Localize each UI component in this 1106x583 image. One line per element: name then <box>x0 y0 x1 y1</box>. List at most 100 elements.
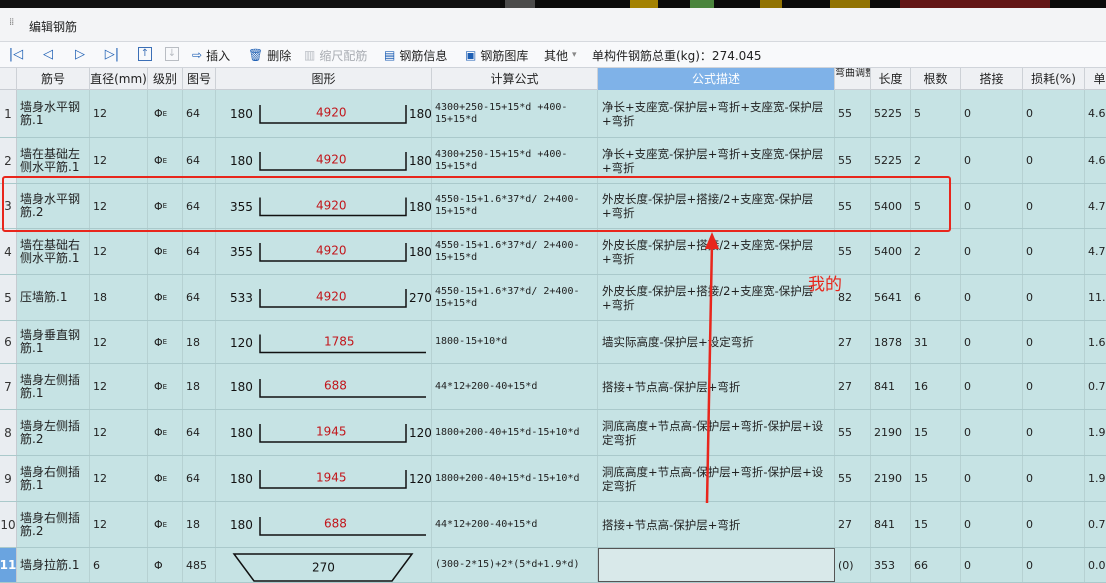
move-up-icon[interactable]: ↑ <box>138 47 152 61</box>
count-cell[interactable]: 15 <box>911 410 961 455</box>
length-cell[interactable]: 2190 <box>871 410 911 455</box>
lap-cell[interactable]: 0 <box>961 502 1023 547</box>
row-number[interactable]: 10 <box>0 502 17 547</box>
header-shape[interactable]: 图形 <box>216 68 432 90</box>
header-loss[interactable]: 损耗(%) <box>1023 68 1085 90</box>
desc-cell[interactable]: 搭接+节点高-保护层+弯折 <box>598 364 835 409</box>
name-cell[interactable]: 墙在基础右侧水平筋.1 <box>17 229 90 274</box>
shape-cell[interactable]: 120 1785 <box>216 321 432 363</box>
dia-cell[interactable]: 12 <box>90 456 148 501</box>
row-number[interactable]: 9 <box>0 456 17 501</box>
grade-cell[interactable]: ΦE <box>148 275 183 320</box>
bend-cell[interactable]: (0) <box>835 548 871 582</box>
table-row[interactable]: 5 压墙筋.1 18 Φ E 64 533 4920 270 4550-15+1.6*37*d/ … <box>0 275 1106 321</box>
bend-cell[interactable]: 27 <box>835 502 871 547</box>
lap-cell[interactable]: 0 <box>961 229 1023 274</box>
length-cell[interactable]: 841 <box>871 502 911 547</box>
formula-cell[interactable]: 1800+200-40+15*d-15+10*d <box>432 456 598 501</box>
name-cell[interactable]: 墙身拉筋.1 <box>17 548 90 582</box>
loss-cell[interactable]: 0 <box>1023 364 1085 409</box>
lap-cell[interactable]: 0 <box>961 364 1023 409</box>
delete-button[interactable]: 🗑 删除 <box>248 46 291 64</box>
unit-cell[interactable]: 0.74 <box>1085 364 1106 409</box>
desc-cell[interactable]: 洞底高度+节点高-保护层+弯折-保护层+设定弯折 <box>598 410 835 455</box>
move-down-icon[interactable]: ↓ <box>165 47 179 61</box>
desc-cell[interactable]: 外皮长度-保护层+搭接/2+支座宽-保护层+弯折 <box>598 275 835 320</box>
unit-cell[interactable]: 4.64 <box>1085 90 1106 137</box>
count-cell[interactable]: 5 <box>911 184 961 228</box>
fig-cell[interactable]: 64 <box>183 456 216 501</box>
last-record-icon[interactable]: ▷| <box>104 46 120 64</box>
dia-cell[interactable]: 12 <box>90 410 148 455</box>
fig-cell[interactable]: 64 <box>183 138 216 183</box>
unit-cell[interactable]: 1.66 <box>1085 321 1106 363</box>
grade-cell[interactable]: ΦE <box>148 456 183 501</box>
table-row[interactable]: 11 墙身拉筋.1 6 Φ 485 270 (300-2*15)+2*(5*d+1.9*d)… <box>0 548 1106 583</box>
shape-cell[interactable]: 533 4920 270 <box>216 275 432 320</box>
table-row[interactable]: 7 墙身左侧插筋.1 12 Φ E 18 180 688 44*12+200-40+15*d 搭接… <box>0 364 1106 410</box>
header-figure-no[interactable]: 图号 <box>183 68 216 90</box>
rebar-info-button[interactable]: ▤ 钢筋信息 <box>384 46 447 64</box>
shape-cell[interactable]: 180 4920 180 <box>216 90 432 137</box>
fig-cell[interactable]: 485 <box>183 548 216 582</box>
desc-cell[interactable]: 洞底高度+节点高-保护层+弯折-保护层+设定弯折 <box>598 456 835 501</box>
bend-cell[interactable]: 27 <box>835 321 871 363</box>
desc-cell[interactable]: 外皮长度-保护层+搭接/2+支座宽-保护层+弯折 <box>598 229 835 274</box>
count-cell[interactable]: 31 <box>911 321 961 363</box>
shape-cell[interactable]: 355 4920 180 <box>216 184 432 228</box>
desc-cell[interactable]: 外皮长度-保护层+搭接/2+支座宽-保护层+弯折 <box>598 184 835 228</box>
unit-cell[interactable]: 4.79 <box>1085 229 1106 274</box>
count-cell[interactable]: 15 <box>911 502 961 547</box>
unit-cell[interactable]: 4.79 <box>1085 184 1106 228</box>
formula-cell[interactable]: 4300+250-15+15*d +400-15+15*d <box>432 90 598 137</box>
count-cell[interactable]: 15 <box>911 456 961 501</box>
table-row[interactable]: 4 墙在基础右侧水平筋.1 12 Φ E 64 355 4920 180 4550-15+1.6*… <box>0 229 1106 275</box>
insert-button[interactable]: ⇨ 插入 <box>192 46 230 64</box>
lap-cell[interactable]: 0 <box>961 275 1023 320</box>
row-number[interactable]: 6 <box>0 321 17 363</box>
bend-cell[interactable]: 55 <box>835 229 871 274</box>
next-record-icon[interactable]: ▷ <box>72 46 88 64</box>
bend-cell[interactable]: 27 <box>835 364 871 409</box>
name-cell[interactable]: 墙身左侧插筋.1 <box>17 364 90 409</box>
row-number[interactable]: 11 <box>0 548 17 582</box>
shape-cell[interactable]: 355 4920 180 <box>216 229 432 274</box>
count-cell[interactable]: 2 <box>911 138 961 183</box>
formula-cell[interactable]: 4550-15+1.6*37*d/ 2+400-15+15*d <box>432 275 598 320</box>
name-cell[interactable]: 压墙筋.1 <box>17 275 90 320</box>
loss-cell[interactable]: 0 <box>1023 138 1085 183</box>
formula-cell[interactable]: 4300+250-15+15*d +400-15+15*d <box>432 138 598 183</box>
fig-cell[interactable]: 64 <box>183 275 216 320</box>
length-cell[interactable]: 5641 <box>871 275 911 320</box>
desc-cell[interactable] <box>598 548 835 582</box>
desc-cell[interactable]: 净长+支座宽-保护层+弯折+支座宽-保护层+弯折 <box>598 90 835 137</box>
desc-cell[interactable]: 搭接+节点高-保护层+弯折 <box>598 502 835 547</box>
loss-cell[interactable]: 0 <box>1023 548 1085 582</box>
dia-cell[interactable]: 12 <box>90 364 148 409</box>
table-row[interactable]: 1 墙身水平钢筋.1 12 Φ E 64 180 4920 180 4300+250-15+15*… <box>0 90 1106 138</box>
header-lap[interactable]: 搭接 <box>961 68 1023 90</box>
grade-cell[interactable]: ΦE <box>148 229 183 274</box>
unit-cell[interactable]: 1.94 <box>1085 410 1106 455</box>
scale-match-button[interactable]: ▥ 缩尺配筋 <box>304 46 367 64</box>
header-grade[interactable]: 级别 <box>148 68 183 90</box>
row-number[interactable]: 3 <box>0 184 17 228</box>
grade-cell[interactable]: ΦE <box>148 138 183 183</box>
table-row[interactable]: 8 墙身左侧插筋.2 12 Φ E 64 180 1945 120 1800+200-40+15*… <box>0 410 1106 456</box>
dia-cell[interactable]: 18 <box>90 275 148 320</box>
lap-cell[interactable]: 0 <box>961 410 1023 455</box>
formula-cell[interactable]: 1800+200-40+15*d-15+10*d <box>432 410 598 455</box>
formula-cell[interactable]: 44*12+200-40+15*d <box>432 364 598 409</box>
other-menu-button[interactable]: 其他 ▾ <box>544 46 577 64</box>
unit-cell[interactable]: 0.0 <box>1085 548 1106 582</box>
fig-cell[interactable]: 18 <box>183 321 216 363</box>
formula-cell[interactable]: 44*12+200-40+15*d <box>432 502 598 547</box>
table-row[interactable]: 10 墙身右侧插筋.2 12 Φ E 18 180 688 44*12+200-40+15*d 搭… <box>0 502 1106 548</box>
first-record-icon[interactable]: |◁ <box>8 46 24 64</box>
loss-cell[interactable]: 0 <box>1023 502 1085 547</box>
grade-cell[interactable]: ΦE <box>148 502 183 547</box>
lap-cell[interactable]: 0 <box>961 90 1023 137</box>
count-cell[interactable]: 16 <box>911 364 961 409</box>
length-cell[interactable]: 2190 <box>871 456 911 501</box>
bend-cell[interactable]: 55 <box>835 456 871 501</box>
